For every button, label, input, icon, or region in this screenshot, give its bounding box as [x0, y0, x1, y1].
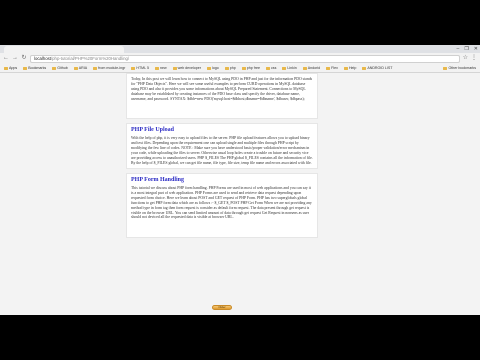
bookmark-label: Flex: [331, 66, 338, 70]
bookmark-item[interactable]: from module-ingr: [91, 66, 127, 70]
url-path: /php-tutorial/PHP%20Form%20Handling/: [50, 56, 130, 61]
folder-icon: [265, 66, 270, 70]
bookmark-item[interactable]: new: [153, 66, 169, 70]
other-bookmarks[interactable]: Other bookmarks: [441, 66, 478, 70]
browser-tab[interactable]: [4, 46, 124, 53]
bookmark-item[interactable]: php free: [240, 66, 262, 70]
toolbar-icons: ☆ ⋮: [463, 53, 477, 64]
bookmark-label: HTML 5: [136, 66, 149, 70]
url-host: localhost: [34, 56, 51, 61]
bookmark-label: ANDROID LIST: [367, 66, 393, 70]
folder-icon: [73, 66, 78, 70]
bookmark-label: from module-ingr: [98, 66, 126, 70]
bookmark-item[interactable]: Help: [342, 66, 358, 70]
folder-icon: [172, 66, 177, 70]
folder-icon: [362, 66, 367, 70]
bookmark-label: php: [229, 66, 236, 70]
bookmark-item[interactable]: ANDROID LIST: [360, 66, 394, 70]
minimize-icon[interactable]: –: [457, 45, 460, 53]
post-card: Today, In this post we will learn how to…: [126, 73, 318, 119]
letterbox-bottom: [0, 315, 480, 360]
folder-icon: [443, 66, 448, 70]
folder-icon: [224, 66, 229, 70]
folder-icon: [282, 66, 287, 70]
older-posts-button[interactable]: Older: [212, 304, 232, 310]
bookmark-label: php free: [246, 66, 260, 70]
letterbox-top: [0, 0, 480, 45]
menu-icon[interactable]: ⋮: [471, 53, 477, 64]
other-bookmarks-label: Other bookmarks: [448, 66, 476, 70]
post-excerpt: This tutorial we discuss about PHP form …: [131, 186, 312, 220]
post-title[interactable]: PHP File Upload: [131, 127, 313, 133]
bookmark-star-icon[interactable]: ☆: [463, 53, 468, 64]
post-excerpt: Today, In this post we will learn how to…: [131, 77, 313, 101]
bookmark-item[interactable]: ARIA: [72, 66, 89, 70]
browser-window: – ❐ ✕ ← → ↻ localhost /php-tutorial/PHP%…: [0, 45, 480, 315]
folder-icon: [343, 66, 348, 70]
close-icon[interactable]: ✕: [474, 45, 478, 53]
folder-icon: [52, 66, 57, 70]
address-bar[interactable]: localhost /php-tutorial/PHP%20Form%20Han…: [30, 54, 460, 63]
bookmark-label: Help: [348, 66, 357, 70]
folder-icon: [131, 66, 136, 70]
bookmark-label: Bookmarks: [28, 66, 47, 70]
post-column: Today, In this post we will learn how to…: [126, 73, 318, 315]
bookmark-label: web developer: [177, 66, 201, 70]
folder-icon: [155, 66, 159, 70]
address-row: ← → ↻ localhost /php-tutorial/PHP%20Form…: [0, 53, 480, 64]
star-icon: [23, 66, 28, 70]
bookmark-label: css: [270, 66, 277, 70]
reload-icon[interactable]: ↻: [21, 53, 27, 64]
post-card: PHP File Upload With the help of php, it…: [126, 123, 318, 169]
forward-icon[interactable]: →: [12, 53, 18, 64]
folder-icon: [302, 66, 307, 70]
bookmark-label: Linkin: [287, 66, 297, 70]
bookmark-item[interactable]: HTML 5: [129, 66, 151, 70]
pagination: Older: [126, 302, 318, 312]
back-icon[interactable]: ←: [3, 53, 9, 64]
bookmark-item[interactable]: css: [264, 66, 278, 70]
bookmark-item[interactable]: Apps: [2, 66, 19, 70]
bookmark-item[interactable]: web developer: [171, 66, 203, 70]
post-excerpt: With the help of php, it is very easy to…: [131, 136, 313, 165]
page-content: Today, In this post we will learn how to…: [0, 73, 480, 315]
bookmark-label: Apps: [9, 66, 18, 70]
post-card: PHP Form Handling This tutorial we discu…: [126, 173, 318, 238]
bookmark-label: new: [160, 66, 167, 70]
bookmark-label: Github: [57, 66, 68, 70]
bookmark-item[interactable]: logo: [205, 66, 221, 70]
tab-strip: – ❐ ✕: [0, 45, 480, 53]
bookmark-label: logo: [211, 66, 219, 70]
folder-icon: [241, 66, 246, 70]
bookmark-item[interactable]: Github: [50, 66, 70, 70]
folder-icon: [326, 66, 331, 70]
folder-icon: [206, 66, 211, 70]
bookmark-label: Andorid: [307, 66, 321, 70]
folder-icon: [93, 66, 98, 70]
bookmark-label: ARIA: [78, 66, 88, 70]
window-controls: – ❐ ✕: [457, 45, 478, 53]
bookmark-item[interactable]: Bookmarks: [21, 66, 48, 70]
bookmark-item[interactable]: Linkin: [280, 66, 298, 70]
post-title[interactable]: PHP Form Handling: [131, 177, 313, 183]
apps-icon: [4, 66, 8, 70]
bookmark-item[interactable]: Andorid: [301, 66, 322, 70]
bookmark-item[interactable]: php: [223, 66, 238, 70]
bookmarks-bar: Apps Bookmarks Github ARIA from module-ingr H…: [0, 64, 480, 73]
maximize-icon[interactable]: ❐: [464, 45, 468, 53]
bookmark-item[interactable]: Flex: [324, 66, 340, 70]
